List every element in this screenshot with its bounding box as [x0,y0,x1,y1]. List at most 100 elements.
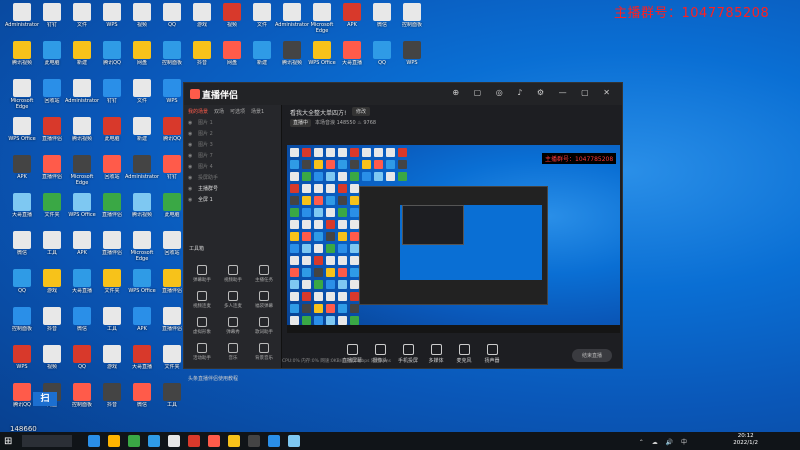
taskbar-app-icon[interactable] [108,435,120,447]
system-tray[interactable]: ⌃ ☁ 🔊 中 [639,437,690,446]
preview-desktop-icon [350,304,359,313]
tool-button[interactable]: 音乐 [219,343,247,361]
preview-desktop-icon [338,280,347,289]
file-icon [283,41,301,59]
end-live-button[interactable]: 结束直播 [571,349,612,362]
preview-desktop-icon [326,268,335,277]
taskbar-app-icon[interactable] [248,435,260,447]
file-icon [43,3,61,21]
eye-icon[interactable]: ◉ [188,140,192,151]
tool-button[interactable]: 福袋弹幕 [250,291,278,309]
scene-tab[interactable]: 可选项 [230,108,245,115]
scene-item[interactable]: ◉ 图片 1 [184,118,281,129]
taskbar-app-icon[interactable] [288,435,300,447]
preview-desktop-icon [326,184,335,193]
window-titlebar: 直播伴侣 ⊕ ▢ ◎ ♪ ⚙ — ▢ ✕ [184,83,622,105]
status-bar: CPU:0% 内存:0% 网速:0KB/s 码率:0Kbps 延迟:0ms [282,359,391,364]
tool-button[interactable]: 活动助手 [188,343,216,361]
tool-button[interactable]: 主播任务 [250,265,278,283]
preview-desktop-icon [338,184,347,193]
tool-icon [197,265,207,275]
taskbar-app-icon[interactable] [88,435,100,447]
tool-button[interactable]: 视频连麦 [188,291,216,309]
start-icon[interactable]: ⊞ [4,436,12,447]
file-icon [163,155,181,173]
scene-item[interactable]: ◉ 投屏助手 [184,173,281,184]
tutorial-notice[interactable]: 头条直播伴侣使用教程 [188,375,238,382]
file-icon [373,3,391,21]
file-icon [73,117,91,135]
desktop-icon[interactable]: 控制面板 [394,3,430,34]
tool-button[interactable]: 弹幕秀 [219,317,247,335]
desktop-icon[interactable]: WPS [394,41,430,72]
source-label: 扬声器 [484,358,500,364]
source-button[interactable]: 麦克风 [451,344,477,364]
file-icon [313,41,331,59]
taskbar-app-icon[interactable] [208,435,220,447]
desktop-shortcut-icon[interactable]: 扫 [33,392,57,406]
preview-desktop-icon [374,172,383,181]
preview-desktop-icon [374,160,383,169]
source-button[interactable]: 多媒体 [423,344,449,364]
scene-tab[interactable]: 双场 [214,108,224,115]
taskbar-app-icon[interactable] [188,435,200,447]
taskbar-app-icon[interactable] [128,435,140,447]
scene-item[interactable]: ◉ 图片 4 [184,162,281,173]
scene-tab[interactable]: 场景1 [251,108,264,115]
tool-icon [197,317,207,327]
eye-icon[interactable]: ◉ [188,184,192,195]
file-icon [13,117,31,135]
tool-label: 弹幕助手 [193,278,211,283]
clock-date: 2022/1/2 [733,440,758,446]
eye-icon[interactable]: ◉ [188,118,192,129]
tool-button[interactable]: 多人连麦 [219,291,247,309]
scene-tab[interactable]: 我的场景 [188,108,208,115]
scene-item[interactable]: ◉ 图片 2 [184,129,281,140]
nested-deep-preview [402,205,464,245]
scene-label: 图片 7 [198,153,213,159]
tool-button[interactable]: 背景音乐 [250,343,278,361]
tool-label: 虚拟形象 [193,330,211,335]
stream-preview[interactable]: 主播群号：1047785208 [287,145,620,333]
tool-icon [259,291,269,301]
eye-icon[interactable]: ◉ [188,151,192,162]
taskbar-app-icon[interactable] [228,435,240,447]
preview-desktop-icon [398,160,407,169]
preview-desktop-icon [302,172,311,181]
clock[interactable]: 20:12 2022/1/2 [733,433,758,447]
tool-button[interactable]: 虚拟形象 [188,317,216,335]
room-meta: 直播中 本场音浪 148550 ♨ 9768 [290,119,376,127]
desktop-icon-label: WPS [406,60,418,66]
taskbar-app-icon[interactable] [268,435,280,447]
preview-desktop-icon [350,244,359,253]
taskbar-app-icon[interactable] [148,435,160,447]
eye-icon[interactable]: ◉ [188,129,192,140]
eye-icon[interactable]: ◉ [188,173,192,184]
scene-item[interactable]: ◉ 全屏 1 [184,195,281,206]
search-box[interactable] [22,435,72,447]
source-button[interactable]: 扬声器 [479,344,505,364]
eye-icon[interactable]: ◉ [188,162,192,173]
desktop-icon[interactable]: 工具 [154,383,190,414]
edit-room-button[interactable]: 修改 [352,107,371,116]
preview-desktop-icon [398,148,407,157]
eye-icon[interactable]: ◉ [188,195,192,206]
window-controls[interactable]: ⊕ ▢ ◎ ♪ ⚙ — ▢ ✕ [452,88,616,97]
file-icon [103,345,121,363]
file-icon [73,345,91,363]
tool-button[interactable]: 歌词助手 [250,317,278,335]
file-icon [313,3,331,21]
scene-item[interactable]: ◉ 图片 7 [184,151,281,162]
source-button[interactable]: 手机投屏 [395,344,421,364]
preview-desktop-icon [338,172,347,181]
file-icon [43,307,61,325]
scene-item[interactable]: ◉ 主播群号 [184,184,281,195]
taskbar-app-icon[interactable] [168,435,180,447]
file-icon [133,383,151,401]
tool-button[interactable]: 视频助手 [219,265,247,283]
preview-desktop-icon [326,196,335,205]
scene-item[interactable]: ◉ 图片 3 [184,140,281,151]
preview-desktop-icon [326,256,335,265]
preview-desktop-icon [314,316,323,325]
tool-button[interactable]: 弹幕助手 [188,265,216,283]
